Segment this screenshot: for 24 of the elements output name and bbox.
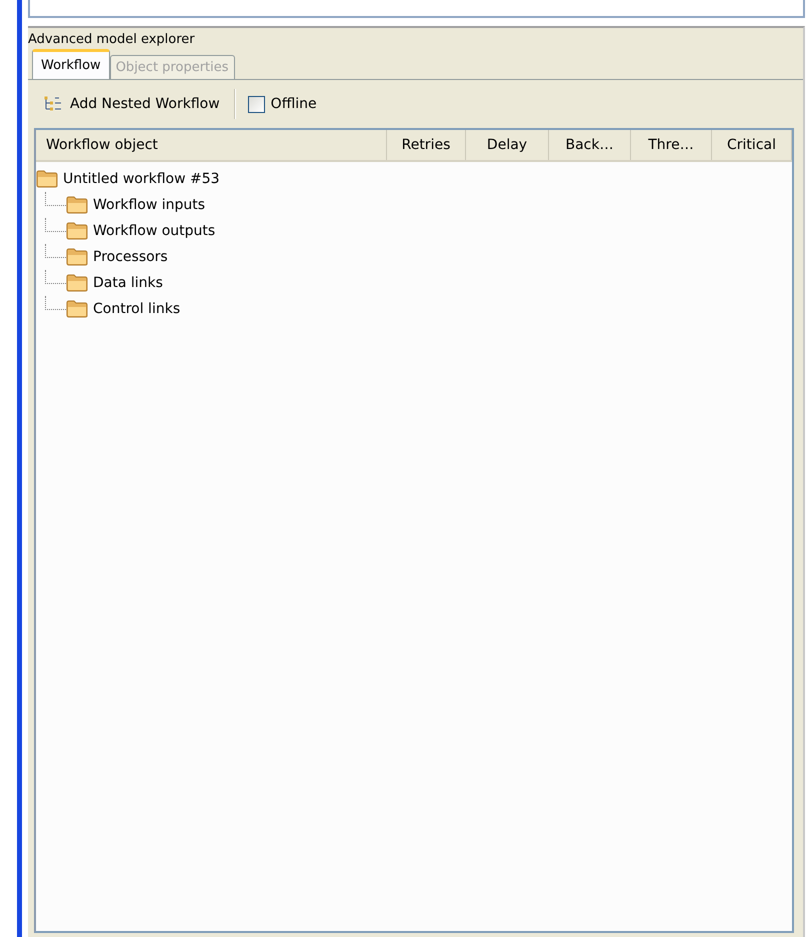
tree-item[interactable]: Control links	[93, 301, 180, 317]
folder-icon	[66, 222, 88, 240]
column-header[interactable]: Thre…	[631, 130, 712, 160]
folder-icon	[66, 300, 88, 318]
folder-icon	[66, 196, 88, 214]
panel-title: Advanced model explorer	[28, 31, 196, 49]
column-header[interactable]: Back…	[549, 130, 631, 160]
tree-structure-icon	[44, 96, 62, 112]
folder-icon	[66, 248, 88, 266]
add-nested-workflow-button[interactable]: Add Nested Workflow	[42, 94, 222, 114]
checkbox-label: Offline	[270, 96, 317, 112]
folder-icon	[66, 274, 88, 292]
tree-item[interactable]: Data links	[93, 275, 163, 291]
column-header[interactable]: Critical	[712, 130, 792, 160]
tree-item[interactable]: Workflow inputs	[93, 197, 206, 213]
folder-icon	[36, 170, 58, 188]
tree-item[interactable]: Processors	[93, 249, 168, 265]
offline-checkbox[interactable]	[248, 96, 265, 112]
column-header[interactable]: Delay	[466, 130, 549, 160]
tree-item[interactable]: Untitled workflow #53	[63, 171, 220, 187]
tree-item[interactable]: Workflow outputs	[93, 223, 216, 239]
tab[interactable]: Workflow	[32, 49, 110, 79]
column-header[interactable]: Retries	[387, 130, 466, 160]
column-header[interactable]: Workflow object	[36, 130, 387, 160]
